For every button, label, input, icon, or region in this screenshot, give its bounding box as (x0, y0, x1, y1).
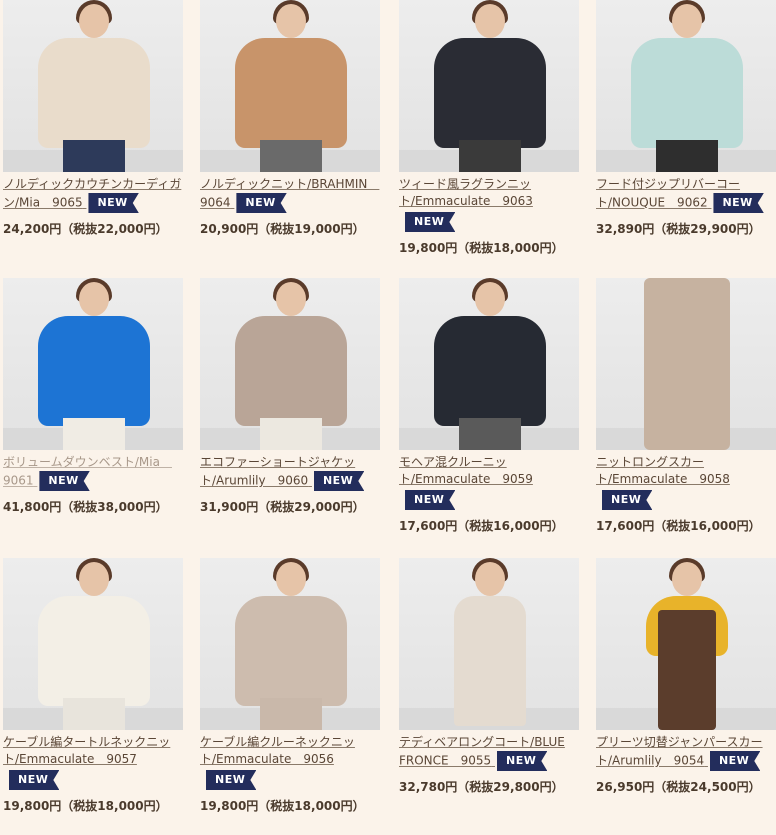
product-title-line: ツィード風ラグランニッ (399, 177, 532, 191)
garment-shape (434, 38, 546, 148)
product-card: ツィード風ラグランニッ ト/Emmaculate 9063 NEW 19,800… (399, 0, 584, 256)
product-photo[interactable] (3, 558, 183, 730)
new-badge: NEW (709, 751, 761, 771)
product-title-line: 9061 (3, 473, 34, 488)
product-title-line: テディベアロングコート/BLUE (399, 735, 565, 749)
product-price: 32,780円（税抜29,800円） (399, 780, 564, 794)
new-badge: NEW (39, 471, 90, 491)
new-badge: NEW (313, 471, 365, 491)
garment-shape (235, 316, 347, 426)
product-card: フード付ジップリバーコー ト/NOUQUE 9062 NEW 32,890円（税… (596, 0, 776, 237)
product-grid: ノルディックカウチンカーディガ ン/Mia 9065 NEW 24,200円（税… (0, 0, 776, 835)
product-card: モヘア混クルーニッ ト/Emmaculate 9059 NEW 17,600円（… (399, 278, 584, 534)
product-photo[interactable] (596, 0, 776, 172)
product-title-link[interactable]: ボリュームダウンベスト/Mia 9061 NEW (3, 454, 186, 491)
product-price: 32,890円（税抜29,900円） (596, 222, 761, 236)
product-title-link[interactable]: ニットロングスカー ト/Emmaculate 9058 NEW (596, 454, 776, 510)
product-photo[interactable] (200, 278, 380, 450)
new-badge: NEW (497, 751, 548, 771)
new-badge: NEW (236, 193, 287, 213)
garment-shape (38, 596, 150, 706)
product-title-line: ト/NOUQUE 9062 (596, 195, 708, 210)
new-badge: NEW (602, 490, 653, 510)
product-photo[interactable] (399, 0, 579, 172)
garment-shape (644, 278, 730, 450)
product-card: ニットロングスカー ト/Emmaculate 9058 NEW 17,600円（… (596, 278, 776, 534)
product-title-line: ト/Emmaculate 9063 (399, 194, 533, 208)
product-title-line: エコファーショートジャケッ (200, 455, 356, 469)
product-price: 24,200円（税抜22,000円） (3, 222, 168, 236)
product-title-line: ト/Arumlily 9054 (596, 753, 705, 768)
new-badge: NEW (9, 770, 60, 790)
product-title-line: ト/Emmaculate 9057 (3, 752, 137, 766)
product-title-line: フード付ジップリバーコー (596, 177, 741, 191)
product-title-line: プリーツ切替ジャンパースカー (596, 735, 763, 749)
product-title-line: ト/Emmaculate 9058 (596, 472, 730, 486)
product-title-line: ノルディックカウチンカーディガ (3, 177, 182, 191)
product-card: ノルディックカウチンカーディガ ン/Mia 9065 NEW 24,200円（税… (3, 0, 188, 237)
product-photo[interactable] (399, 558, 579, 730)
product-title-link[interactable]: ケーブル編クルーネックニッ ト/Emmaculate 9056 NEW (200, 734, 383, 790)
product-title-line: ノルディックニット/BRAHMIN (200, 177, 380, 191)
product-photo[interactable] (596, 558, 776, 730)
product-photo[interactable] (596, 278, 776, 450)
product-price: 19,800円（税抜18,000円） (3, 799, 168, 813)
product-title-link[interactable]: テディベアロングコート/BLUE FRONCE 9055 NEW (399, 734, 582, 771)
new-badge: NEW (405, 212, 456, 232)
product-title-line: ト/Arumlily 9060 (200, 473, 309, 488)
product-card: ボリュームダウンベスト/Mia 9061 NEW 41,800円（税抜38,00… (3, 278, 188, 515)
product-photo[interactable] (399, 278, 579, 450)
product-title-line: ボリュームダウンベスト/Mia (3, 455, 172, 469)
product-price: 19,800円（税抜18,000円） (399, 241, 564, 255)
product-title-link[interactable]: モヘア混クルーニッ ト/Emmaculate 9059 NEW (399, 454, 582, 510)
product-title-link[interactable]: フード付ジップリバーコー ト/NOUQUE 9062 NEW (596, 176, 776, 213)
product-card: エコファーショートジャケッ ト/Arumlily 9060 NEW 31,900… (200, 278, 385, 515)
product-title-link[interactable]: エコファーショートジャケッ ト/Arumlily 9060 NEW (200, 454, 383, 491)
garment-shape (235, 596, 347, 706)
product-title-link[interactable]: ノルディックニット/BRAHMIN 9064 NEW (200, 176, 383, 213)
product-title-line: FRONCE 9055 (399, 753, 492, 768)
product-title-line: ケーブル編タートルネックニッ (3, 735, 171, 749)
product-title-line: ト/Emmaculate 9056 (200, 752, 334, 766)
new-badge: NEW (713, 193, 764, 213)
product-title-line: モヘア混クルーニッ (399, 455, 507, 469)
product-title-link[interactable]: ケーブル編タートルネックニッ ト/Emmaculate 9057 NEW (3, 734, 186, 790)
new-badge: NEW (206, 770, 257, 790)
product-price: 20,900円（税抜19,000円） (200, 222, 365, 236)
product-title-link[interactable]: ノルディックカウチンカーディガ ン/Mia 9065 NEW (3, 176, 186, 213)
new-badge: NEW (405, 490, 456, 510)
new-badge: NEW (88, 193, 139, 213)
product-title-link[interactable]: プリーツ切替ジャンパースカー ト/Arumlily 9054 NEW (596, 734, 776, 771)
product-card: ケーブル編クルーネックニッ ト/Emmaculate 9056 NEW 19,8… (200, 558, 385, 814)
product-title-line: ニットロングスカー (596, 455, 705, 469)
product-card: ケーブル編タートルネックニッ ト/Emmaculate 9057 NEW 19,… (3, 558, 188, 814)
product-title-link[interactable]: ツィード風ラグランニッ ト/Emmaculate 9063 NEW (399, 176, 582, 232)
product-card: テディベアロングコート/BLUE FRONCE 9055 NEW 32,780円… (399, 558, 584, 795)
product-price: 19,800円（税抜18,000円） (200, 799, 365, 813)
product-title-line: 9064 (200, 195, 231, 210)
product-price: 17,600円（税抜16,000円） (596, 519, 761, 533)
garment-shape (38, 38, 150, 148)
product-photo[interactable] (3, 0, 183, 172)
product-photo[interactable] (3, 278, 183, 450)
product-price: 17,600円（税抜16,000円） (399, 519, 564, 533)
product-price: 31,900円（税抜29,000円） (200, 500, 365, 514)
garment-shape (235, 38, 347, 148)
product-card: ノルディックニット/BRAHMIN 9064 NEW 20,900円（税抜19,… (200, 0, 385, 237)
product-price: 26,950円（税抜24,500円） (596, 780, 761, 794)
product-title-line: ケーブル編クルーネックニッ (200, 735, 355, 749)
product-price: 41,800円（税抜38,000円） (3, 500, 168, 514)
product-photo[interactable] (200, 0, 380, 172)
garment-shape (631, 38, 743, 148)
garment-shape (454, 596, 526, 726)
product-title-line: ン/Mia 9065 (3, 195, 83, 210)
product-card: プリーツ切替ジャンパースカー ト/Arumlily 9054 NEW 26,95… (596, 558, 776, 795)
product-photo[interactable] (200, 558, 380, 730)
product-title-line: ト/Emmaculate 9059 (399, 472, 533, 486)
garment-shape (38, 316, 150, 426)
garment-shape (434, 316, 546, 426)
